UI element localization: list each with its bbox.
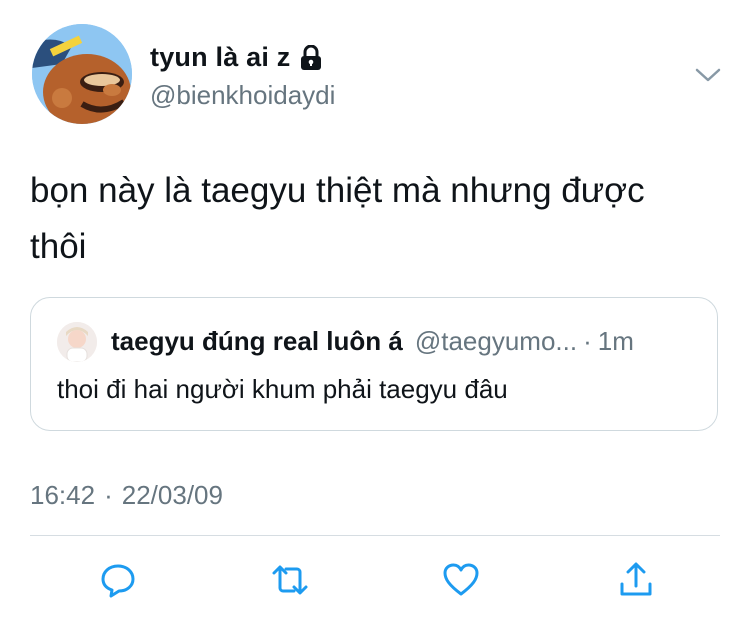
quoted-display-name: taegyu đúng real luôn á [111,326,403,356]
author-avatar[interactable] [32,24,132,124]
quoted-handle: @taegyumo... [414,326,578,356]
more-options-chevron-down-icon[interactable] [693,60,723,90]
tweet-timestamp[interactable]: 16:42 · 22/03/09 [30,480,223,511]
author-display-name[interactable]: tyun là ai z [150,42,290,73]
lock-icon [300,44,322,71]
retweet-button[interactable] [270,560,310,600]
quoted-separator: · [583,326,592,356]
quoted-time: 1m [597,326,634,356]
quoted-author-avatar [57,322,97,362]
quoted-tweet-header: taegyu đúng real luôn á @taegyumo... · 1… [111,326,634,357]
reply-icon [101,564,135,598]
tweet-text: bọn này là taegyu thiệt mà nhưng được th… [30,171,645,266]
quoted-tweet-text: thoi đi hai người khum phải taegyu đâu [57,374,508,404]
author-name-row: tyun là ai z [150,42,322,73]
author-handle[interactable]: @bienkhoidaydi [150,80,335,111]
timestamp-time: 16:42 [30,480,96,510]
cartoon-fish-avatar-icon [32,24,132,124]
action-divider [30,535,720,536]
quoted-tweet-card[interactable]: taegyu đúng real luôn á @taegyumo... · 1… [30,297,718,431]
share-icon [620,562,652,596]
reply-button[interactable] [98,560,138,600]
share-button[interactable] [616,560,656,600]
timestamp-separator: · [104,480,113,510]
timestamp-date: 22/03/09 [121,480,223,510]
retweet-icon [272,565,308,595]
person-photo-avatar-icon [57,322,97,362]
like-button[interactable] [441,560,481,600]
heart-icon [443,563,479,596]
